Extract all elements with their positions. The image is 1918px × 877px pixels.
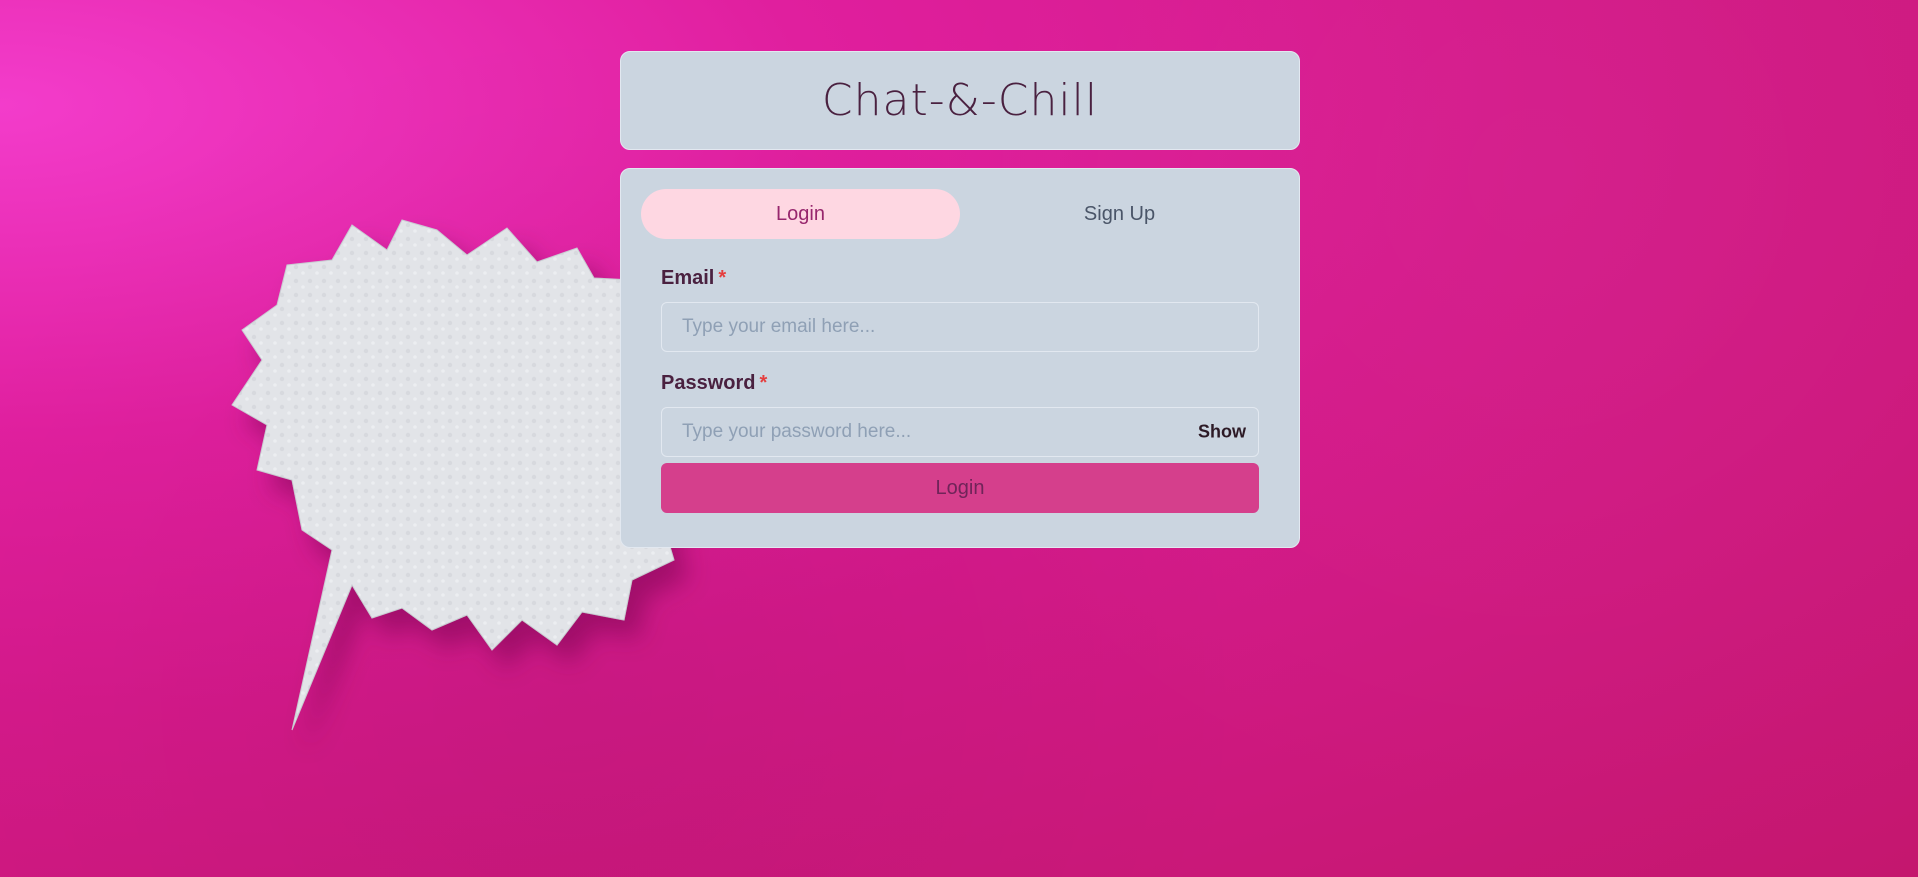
password-label: Password * xyxy=(661,372,1259,395)
login-button[interactable]: Login xyxy=(661,463,1259,513)
auth-card: Login Sign Up Email* Password* Show Logi… xyxy=(620,168,1300,548)
password-field[interactable] xyxy=(662,408,1258,456)
required-marker: * xyxy=(718,267,727,289)
app-title: Chat-&-Chill xyxy=(821,75,1099,126)
header-box: Chat-&-Chill xyxy=(620,51,1300,150)
email-field-wrap xyxy=(661,302,1259,352)
login-form: Email* Password* Show Login xyxy=(641,267,1279,513)
password-field-wrap: Show xyxy=(661,407,1259,457)
tab-sign-up[interactable]: Sign Up xyxy=(960,189,1279,239)
tab-login[interactable]: Login xyxy=(641,189,960,239)
show-password-button[interactable]: Show xyxy=(1192,421,1252,444)
email-label: Email * xyxy=(661,267,1259,290)
password-label-text: Password xyxy=(661,372,756,394)
email-label-text: Email xyxy=(661,267,715,289)
required-marker: * xyxy=(759,372,768,394)
auth-tabs: Login Sign Up xyxy=(641,189,1279,239)
email-field[interactable] xyxy=(662,303,1258,351)
auth-container: Chat-&-Chill Login Sign Up Email* Passwo… xyxy=(620,51,1300,548)
